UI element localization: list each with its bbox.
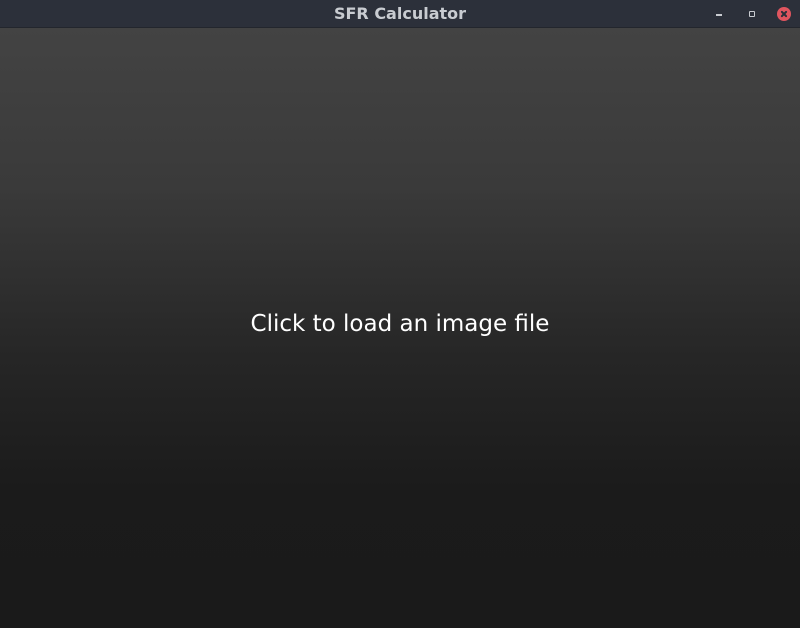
minimize-icon xyxy=(716,14,722,16)
maximize-icon xyxy=(749,11,755,17)
close-icon xyxy=(777,7,791,21)
image-drop-area[interactable]: Click to load an image file xyxy=(0,28,800,628)
app-window: SFR Calculator Click to load an image fi… xyxy=(0,0,800,628)
window-title: SFR Calculator xyxy=(333,4,467,23)
maximize-button[interactable] xyxy=(744,6,760,22)
load-image-prompt[interactable]: Click to load an image file xyxy=(0,311,800,337)
minimize-button[interactable] xyxy=(711,6,727,22)
title-bar[interactable]: SFR Calculator xyxy=(0,0,800,28)
close-button[interactable] xyxy=(776,6,792,22)
